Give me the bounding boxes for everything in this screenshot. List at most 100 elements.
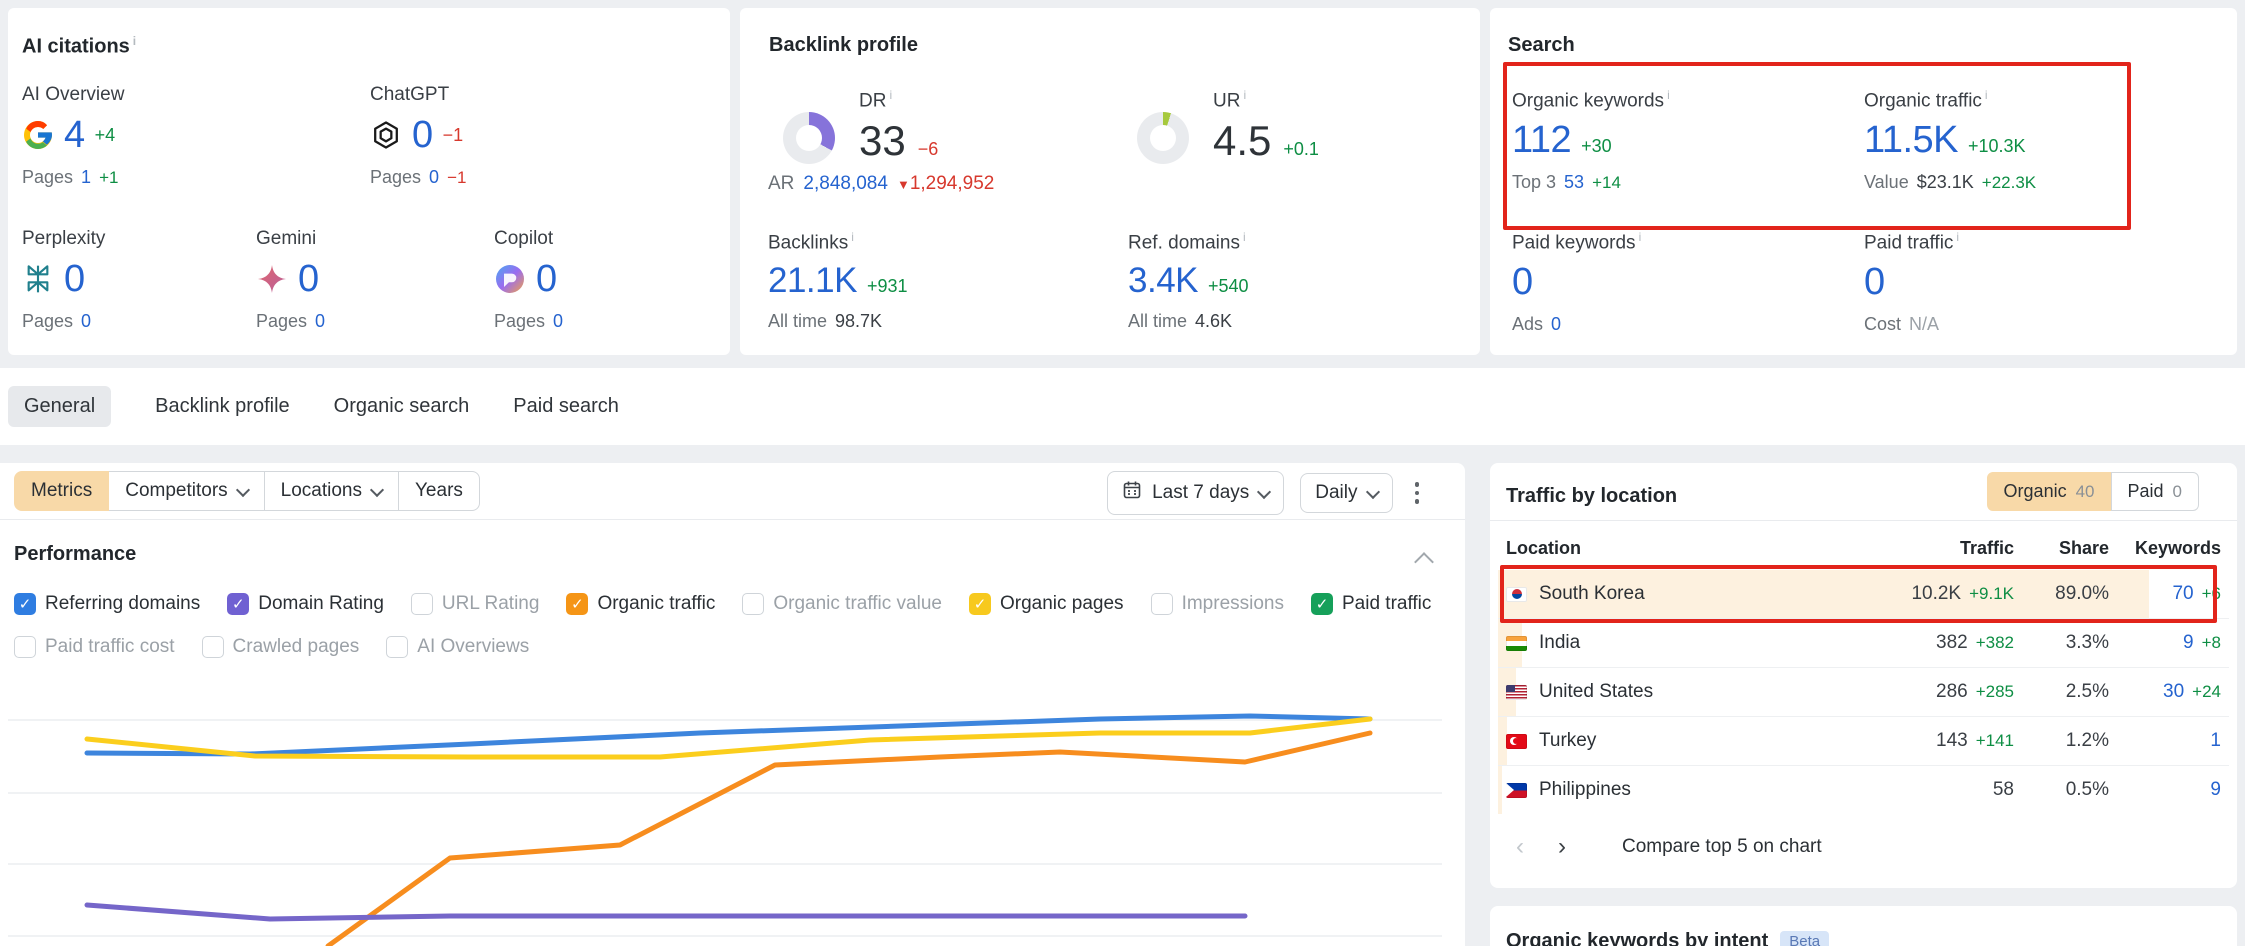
metric-checkbox-crawled-pages[interactable]: Crawled pages xyxy=(202,636,360,658)
traffic-delta: +9.1K xyxy=(1969,584,2014,604)
info-icon[interactable] xyxy=(133,34,136,48)
tab-general[interactable]: General xyxy=(8,386,111,427)
overview-main-panel: MetricsCompetitorsLocationsYears Last 7 … xyxy=(0,463,1465,946)
beta-badge: Beta xyxy=(1780,931,1829,946)
paid-keywords-value[interactable]: 0 xyxy=(1512,263,1533,301)
checked-checkbox-icon: ✓ xyxy=(566,593,588,615)
metric-checkbox-ai-overviews[interactable]: AI Overviews xyxy=(386,636,529,658)
toolbar-competitors-button[interactable]: Competitors xyxy=(108,471,264,511)
metric-checkbox-domain-rating[interactable]: ✓Domain Rating xyxy=(227,593,384,615)
toolbar-divider xyxy=(0,519,1465,520)
location-name: United States xyxy=(1539,681,1653,703)
ai-provider-perplexity: Perplexity 0 Pages0 xyxy=(22,228,252,332)
chatgpt-count[interactable]: 0 xyxy=(412,116,433,154)
keywords-delta: +8 xyxy=(2202,633,2221,653)
location-row-india[interactable]: India382+3823.3%9+8 xyxy=(1498,618,2229,667)
toolbar-years-button[interactable]: Years xyxy=(398,471,480,511)
ar-value[interactable]: 2,848,084 xyxy=(803,173,888,195)
toggle-paid[interactable]: Paid0 xyxy=(2111,472,2200,511)
traffic-delta: +382 xyxy=(1976,633,2014,653)
ai-overview-count[interactable]: 4 xyxy=(64,116,85,154)
dr-label: DR xyxy=(859,88,938,112)
chart-line-domain-rating xyxy=(87,905,1245,919)
keywords-delta: +24 xyxy=(2192,682,2221,702)
info-icon[interactable] xyxy=(1243,88,1246,102)
gemini-icon xyxy=(256,263,288,295)
metric-checkbox-organic-pages[interactable]: ✓Organic pages xyxy=(969,593,1124,615)
perplexity-count[interactable]: 0 xyxy=(64,260,85,298)
info-icon[interactable] xyxy=(1667,88,1670,102)
organic-keywords-value[interactable]: 112 xyxy=(1512,121,1571,159)
metric-checkbox-referring-domains[interactable]: ✓Referring domains xyxy=(14,593,200,615)
prev-page-button[interactable]: ‹ xyxy=(1506,831,1534,863)
chatgpt-icon xyxy=(370,119,402,151)
triangle-down-icon: ▼ xyxy=(897,177,910,192)
metric-checkbox-row-1: ✓Referring domains ✓Domain Rating URL Rati… xyxy=(14,589,1431,619)
metric-checkbox-organic-traffic-value[interactable]: Organic traffic value xyxy=(742,593,942,615)
location-row-philippines[interactable]: Philippines580.5%9 xyxy=(1498,765,2229,814)
location-name: Turkey xyxy=(1539,730,1596,752)
keywords-by-intent-panel: Organic keywords by intent Beta xyxy=(1490,906,2237,946)
info-icon[interactable] xyxy=(1956,230,1959,244)
metric-checkbox-row-2: Paid traffic cost Crawled pages AI Overvie… xyxy=(14,632,529,662)
share-value: 89.0% xyxy=(2055,583,2109,605)
info-icon[interactable] xyxy=(889,88,892,102)
location-row-turkey[interactable]: Turkey143+1411.2%1 xyxy=(1498,716,2229,765)
info-icon[interactable] xyxy=(1243,230,1246,244)
info-icon[interactable] xyxy=(851,230,854,244)
organic-traffic-value[interactable]: 11.5K xyxy=(1864,121,1958,159)
performance-title: Performance xyxy=(14,543,136,566)
metric-checkbox-paid-traffic-cost[interactable]: Paid traffic cost xyxy=(14,636,175,658)
traffic-value: 10.2K xyxy=(1911,583,1961,605)
metric-checkbox-paid-traffic[interactable]: ✓Paid traffic xyxy=(1311,593,1431,615)
performance-line-chart xyxy=(0,693,1465,946)
location-name: South Korea xyxy=(1539,583,1645,605)
location-row-united-states[interactable]: United States286+2852.5%30+24 xyxy=(1498,667,2229,716)
ref-domains-value[interactable]: 3.4K xyxy=(1128,263,1198,298)
info-icon[interactable] xyxy=(1985,88,1988,102)
metric-checkbox-url-rating[interactable]: URL Rating xyxy=(411,593,540,615)
gemini-count[interactable]: 0 xyxy=(298,260,319,298)
more-options-kebab-icon[interactable] xyxy=(1409,476,1426,510)
ai-citations-title: AI citations xyxy=(22,34,136,59)
traffic-delta: +285 xyxy=(1976,682,2014,702)
date-range-button[interactable]: Last 7 days xyxy=(1107,471,1284,515)
unchecked-checkbox-icon xyxy=(14,636,36,658)
us-flag-icon xyxy=(1506,685,1527,700)
copilot-count[interactable]: 0 xyxy=(536,260,557,298)
metric-checkbox-impressions[interactable]: Impressions xyxy=(1151,593,1284,615)
ar-delta: ▼1,294,952 xyxy=(897,173,994,195)
info-icon[interactable] xyxy=(1639,230,1642,244)
copilot-icon xyxy=(494,263,526,295)
traffic-value: 143 xyxy=(1936,730,1968,752)
toolbar-locations-button[interactable]: Locations xyxy=(264,471,399,511)
tab-paid-search[interactable]: Paid search xyxy=(513,386,619,427)
next-page-button[interactable]: › xyxy=(1548,831,1576,863)
keywords-link[interactable]: 1 xyxy=(2210,730,2221,752)
keywords-link[interactable]: 30 xyxy=(2163,681,2184,703)
backlink-profile-card: Backlink profile DR 33 −6 AR 2,848,084 ▼… xyxy=(740,8,1480,355)
paid-traffic-value[interactable]: 0 xyxy=(1864,263,1885,301)
keywords-delta: +6 xyxy=(2202,584,2221,604)
toggle-organic[interactable]: Organic40 xyxy=(1987,472,2112,511)
traffic-value: 58 xyxy=(1993,779,2014,801)
collapse-section-button[interactable] xyxy=(1417,555,1431,574)
location-table-header: Location Traffic Share Keywords xyxy=(1490,533,2237,563)
ur-value: 4.5 xyxy=(1213,120,1271,162)
tab-backlink-profile[interactable]: Backlink profile xyxy=(155,386,290,427)
chevron-down-icon xyxy=(370,482,384,496)
keywords-link[interactable]: 70 xyxy=(2172,583,2193,605)
checked-checkbox-icon: ✓ xyxy=(14,593,36,615)
chevron-down-icon xyxy=(1257,484,1271,498)
metric-checkbox-organic-traffic[interactable]: ✓Organic traffic xyxy=(566,593,715,615)
location-table-body: South Korea10.2K+9.1K89.0%70+6India382+3… xyxy=(1498,570,2229,814)
google-icon xyxy=(22,119,54,151)
location-row-south-korea[interactable]: South Korea 10.2K +9.1K 89.0% 70 +6 xyxy=(1498,570,2229,618)
compare-top5-link[interactable]: Compare top 5 on chart xyxy=(1622,836,1822,858)
backlinks-value[interactable]: 21.1K xyxy=(768,263,857,298)
tab-organic-search[interactable]: Organic search xyxy=(334,386,470,427)
keywords-link[interactable]: 9 xyxy=(2183,632,2194,654)
granularity-button[interactable]: Daily xyxy=(1300,473,1392,513)
keywords-link[interactable]: 9 xyxy=(2210,779,2221,801)
toolbar-metrics-button[interactable]: Metrics xyxy=(14,471,109,511)
